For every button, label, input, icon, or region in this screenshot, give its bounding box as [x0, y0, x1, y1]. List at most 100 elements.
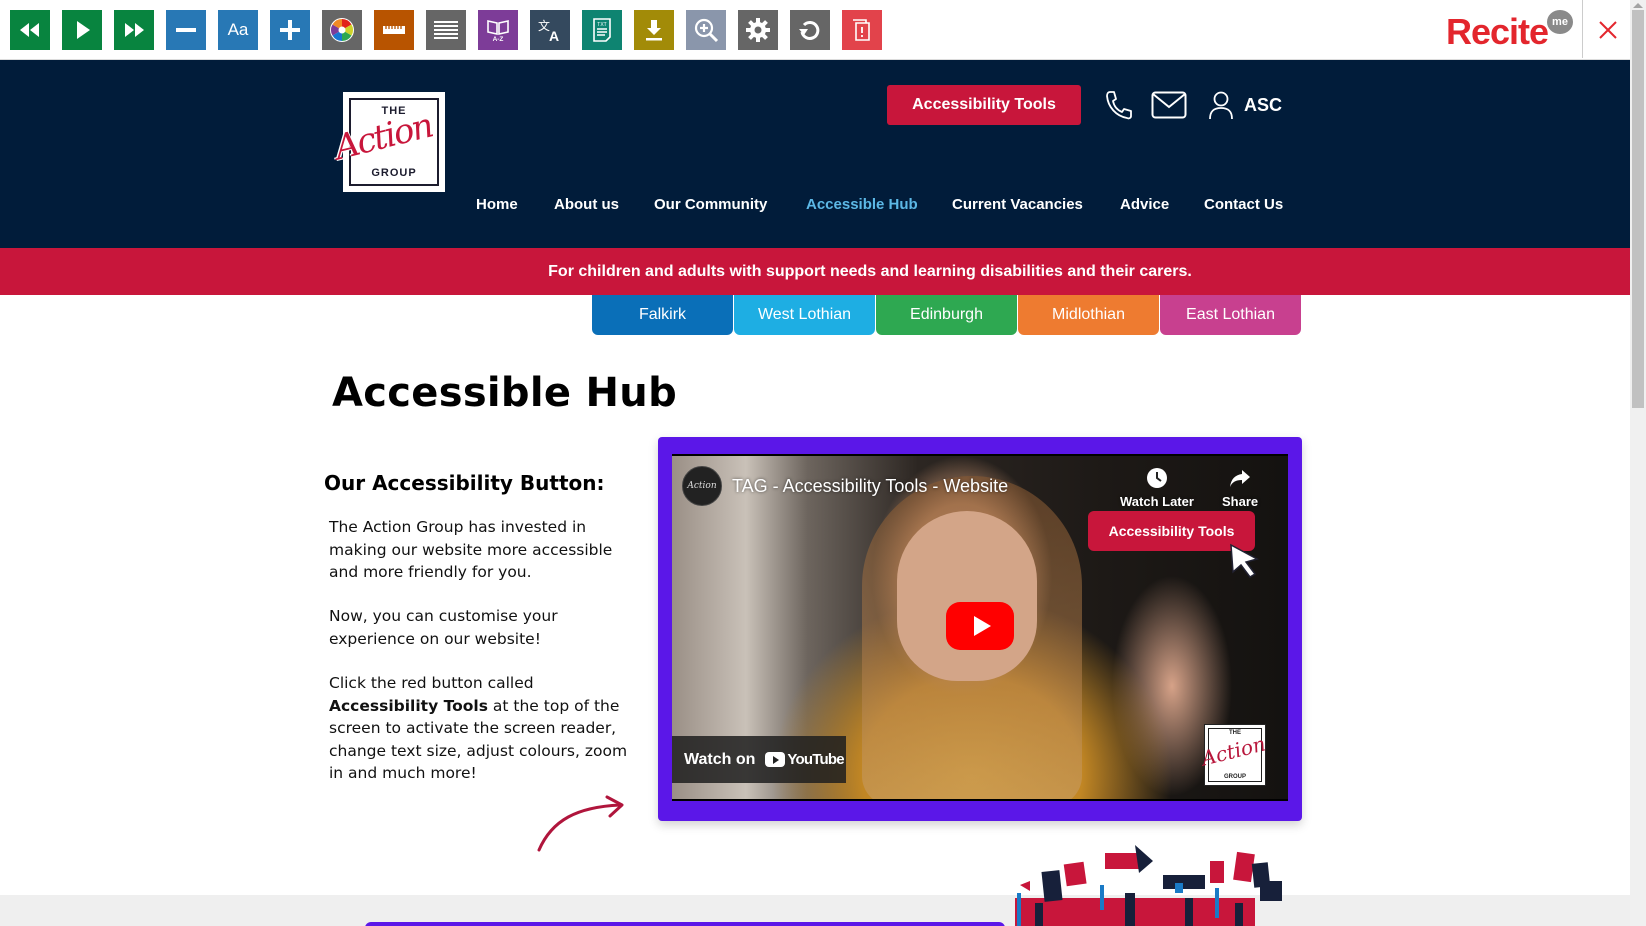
- crowd-with-flags-illustration: [1015, 845, 1282, 926]
- phone-icon: [1106, 91, 1132, 120]
- ruler-button[interactable]: [374, 10, 414, 50]
- colour-button[interactable]: [322, 10, 362, 50]
- region-tab-west-lothian[interactable]: West Lothian: [734, 295, 875, 335]
- curved-arrow-icon: [537, 795, 624, 852]
- account-label: ASC: [1244, 94, 1283, 115]
- instructions-paragraph: Click the red button called Accessibilit…: [329, 672, 629, 785]
- dictionary-button[interactable]: A-Z: [478, 10, 518, 50]
- next-section-card-edge: [365, 922, 1005, 926]
- download-button[interactable]: [634, 10, 674, 50]
- recite-logo-text: Recite: [1446, 11, 1549, 52]
- play-icon: [69, 17, 95, 43]
- nav-current-vacancies[interactable]: Current Vacancies: [952, 196, 1083, 213]
- svg-text:TXT: TXT: [597, 22, 606, 28]
- accessibility-tools-button[interactable]: Accessibility Tools: [887, 85, 1081, 125]
- section-heading: Our Accessibility Button:: [324, 471, 605, 495]
- play-video-button[interactable]: [946, 602, 1014, 650]
- svg-text:A: A: [549, 28, 559, 43]
- reset-icon: [797, 17, 823, 43]
- watch-on-label: Watch on: [684, 750, 756, 768]
- fast-forward-icon: [121, 17, 147, 43]
- region-tab-falkirk[interactable]: Falkirk: [592, 295, 733, 335]
- rewind-icon: [17, 17, 43, 43]
- share-label: Share: [1222, 494, 1259, 509]
- video-title-row: Action TAG - Accessibility Tools - Websi…: [682, 466, 1008, 506]
- cursor-arrow-icon: [1230, 543, 1260, 578]
- nav-advice[interactable]: Advice: [1120, 196, 1169, 213]
- font-icon: Aa: [227, 20, 249, 39]
- instructions-pre: Click the red button called: [329, 674, 534, 692]
- reset-button[interactable]: [790, 10, 830, 50]
- report-button[interactable]: [842, 10, 882, 50]
- decrease-text-button[interactable]: [166, 10, 206, 50]
- region-tab-edinburgh[interactable]: Edinburgh: [876, 295, 1017, 335]
- mail-icon: [1151, 91, 1187, 119]
- youtube-wordmark: YouTube: [787, 751, 844, 768]
- magnifier-button[interactable]: [686, 10, 726, 50]
- screen-mask-button[interactable]: [426, 10, 466, 50]
- scroll-up-arrow[interactable]: [1633, 3, 1643, 8]
- recite-toolbar: Aa A-Z 文 A TXT Recite me: [0, 0, 1630, 60]
- page: Aa A-Z 文 A TXT Recite me THE Action GROUP Ac…: [0, 0, 1646, 926]
- translate-button[interactable]: 文A: [530, 10, 570, 50]
- toolbar-divider: [1582, 0, 1583, 58]
- watch-on-youtube-button[interactable]: Watch on YouTube: [672, 736, 846, 783]
- region-tab-midlothian[interactable]: Midlothian: [1018, 295, 1159, 335]
- nav-contact-us[interactable]: Contact Us: [1204, 196, 1283, 213]
- action-group-logo[interactable]: THE Action GROUP: [331, 92, 445, 192]
- close-icon: [1599, 21, 1617, 39]
- youtube-embed[interactable]: Action TAG - Accessibility Tools - Websi…: [672, 454, 1288, 801]
- scroll-thumb[interactable]: [1632, 10, 1644, 408]
- increase-text-button[interactable]: [270, 10, 310, 50]
- ruler-icon: [381, 17, 407, 43]
- customise-paragraph: Now, you can customise your experience o…: [329, 607, 558, 648]
- page-scrollbar[interactable]: [1630, 0, 1646, 926]
- page-title: Accessible Hub: [332, 370, 678, 416]
- region-tabs: Falkirk West Lothian Edinburgh Midlothian Ea…: [592, 295, 1302, 335]
- phone-button[interactable]: [1104, 88, 1132, 122]
- font-button[interactable]: Aa: [218, 10, 258, 50]
- watermark-group: GROUP: [1223, 774, 1246, 780]
- region-tab-east-lothian[interactable]: East Lothian: [1160, 295, 1301, 335]
- magnifier-icon: [693, 17, 719, 43]
- video-frame: Action TAG - Accessibility Tools - Websi…: [658, 437, 1302, 821]
- watch-later-label: Watch Later: [1120, 494, 1194, 509]
- fast-forward-button[interactable]: [114, 10, 154, 50]
- watch-later-button[interactable]: Watch Later: [1120, 466, 1194, 509]
- text-only-button[interactable]: TXT: [582, 10, 622, 50]
- tagline-text: For children and adults with support nee…: [548, 262, 1192, 280]
- screen-mask-icon: [433, 17, 459, 43]
- nav-about-us[interactable]: About us: [554, 196, 619, 213]
- user-icon: [1209, 91, 1233, 120]
- close-toolbar-button[interactable]: [1590, 12, 1626, 48]
- settings-button[interactable]: [738, 10, 778, 50]
- play-button[interactable]: [62, 10, 102, 50]
- minus-icon: [173, 17, 199, 43]
- play-icon: [973, 616, 991, 636]
- video-watermark-logo: THE Action GROUP: [1199, 724, 1268, 786]
- download-icon: [641, 17, 667, 43]
- youtube-logo: YouTube: [765, 751, 845, 768]
- instructions-bold: Accessibility Tools: [329, 696, 488, 715]
- text-only-icon: TXT: [589, 17, 615, 43]
- account-button[interactable]: ASC: [1208, 88, 1282, 122]
- recite-me-logo[interactable]: Recite me: [1446, 10, 1573, 52]
- gear-icon: [745, 17, 771, 43]
- recite-me-badge: me: [1547, 10, 1573, 34]
- tagline-banner: For children and adults with support nee…: [0, 248, 1630, 295]
- email-button[interactable]: [1151, 88, 1187, 122]
- rewind-button[interactable]: [10, 10, 50, 50]
- svg-text:A-Z: A-Z: [493, 36, 504, 43]
- video-title[interactable]: TAG - Accessibility Tools - Website: [732, 476, 1008, 497]
- share-icon: [1230, 470, 1251, 487]
- intro-paragraph: The Action Group has invested in making …: [329, 518, 613, 581]
- translate-icon: 文A: [537, 17, 563, 43]
- nav-home[interactable]: Home: [476, 196, 518, 213]
- plus-icon: [277, 17, 303, 43]
- main-nav: Home About us Our Community Accessible Hub C…: [0, 196, 1630, 220]
- report-icon: [849, 17, 875, 43]
- channel-avatar[interactable]: Action: [682, 466, 722, 506]
- share-button[interactable]: Share: [1222, 466, 1258, 509]
- nav-accessible-hub[interactable]: Accessible Hub: [806, 196, 918, 213]
- nav-our-community[interactable]: Our Community: [654, 196, 767, 213]
